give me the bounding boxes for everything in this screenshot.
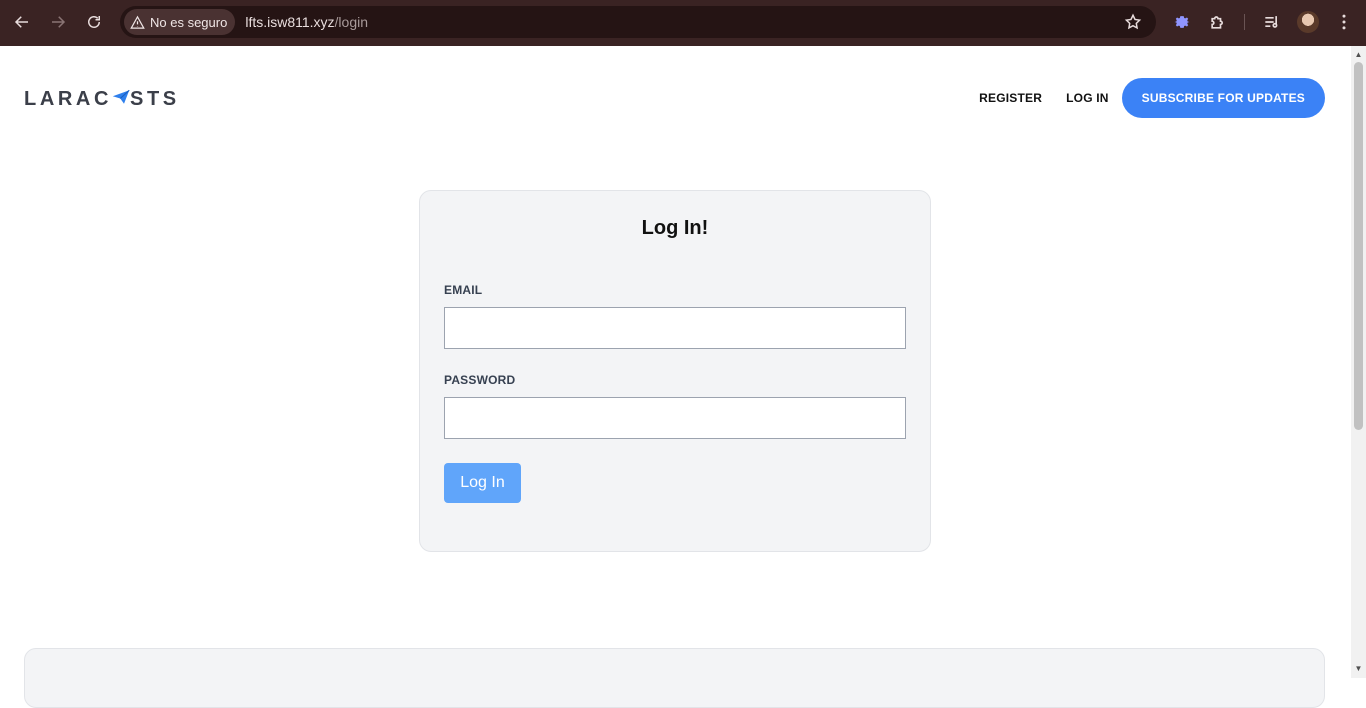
scrollbar-thumb[interactable]: [1354, 62, 1363, 430]
password-field[interactable]: [444, 397, 906, 439]
kebab-menu-icon[interactable]: [1334, 12, 1354, 32]
url-path: /login: [334, 14, 369, 30]
subscribe-button[interactable]: SUBSCRIBE FOR UPDATES: [1121, 78, 1325, 118]
site-logo[interactable]: LARAC STS: [24, 87, 180, 111]
url-text[interactable]: lfts.isw811.xyz/login: [245, 14, 368, 30]
login-card: Log In! EMAIL PASSWORD Log In: [419, 190, 931, 552]
address-bar[interactable]: No es seguro lfts.isw811.xyz/login: [120, 6, 1156, 38]
email-field[interactable]: [444, 307, 906, 349]
email-label: EMAIL: [444, 283, 483, 297]
scrollbar[interactable]: ▲ ▼: [1351, 46, 1366, 678]
browser-toolbar: No es seguro lfts.isw811.xyz/login: [0, 0, 1366, 46]
star-icon[interactable]: [1124, 13, 1142, 31]
site-nav: REGISTER LOG IN SUBSCRIBE FOR UPDATES: [979, 78, 1325, 118]
forward-button[interactable]: [40, 4, 76, 40]
logo-text-left: LARAC: [24, 87, 112, 110]
logo-text-right: STS: [130, 87, 180, 110]
paper-plane-icon: [112, 88, 130, 111]
back-button[interactable]: [4, 4, 40, 40]
reload-button[interactable]: [76, 4, 112, 40]
security-indicator[interactable]: No es seguro: [124, 9, 236, 35]
profile-avatar[interactable]: [1297, 11, 1319, 33]
security-label: No es seguro: [150, 14, 228, 30]
footer-section: [24, 648, 1325, 708]
arrow-right-icon: [52, 16, 66, 28]
puzzle-icon[interactable]: [1208, 12, 1228, 32]
arrow-left-icon: [14, 16, 28, 28]
password-label: PASSWORD: [444, 373, 516, 387]
login-link[interactable]: LOG IN: [1066, 91, 1109, 105]
page-content: LARAC STS REGISTER LOG IN SUBSCRIBE FOR …: [0, 46, 1351, 708]
register-link[interactable]: REGISTER: [979, 91, 1042, 105]
login-submit-button[interactable]: Log In: [444, 463, 521, 503]
scroll-up-icon[interactable]: ▲: [1354, 50, 1363, 59]
url-host: lfts.isw811.xyz: [245, 14, 335, 30]
reload-icon: [88, 16, 100, 28]
warning-icon: [130, 15, 145, 29]
gear-icon[interactable]: [1172, 12, 1192, 32]
toolbar-separator: [1244, 14, 1245, 30]
scroll-down-icon[interactable]: ▼: [1354, 664, 1363, 673]
media-control-icon[interactable]: [1262, 12, 1282, 32]
login-title: Log In!: [641, 217, 709, 239]
